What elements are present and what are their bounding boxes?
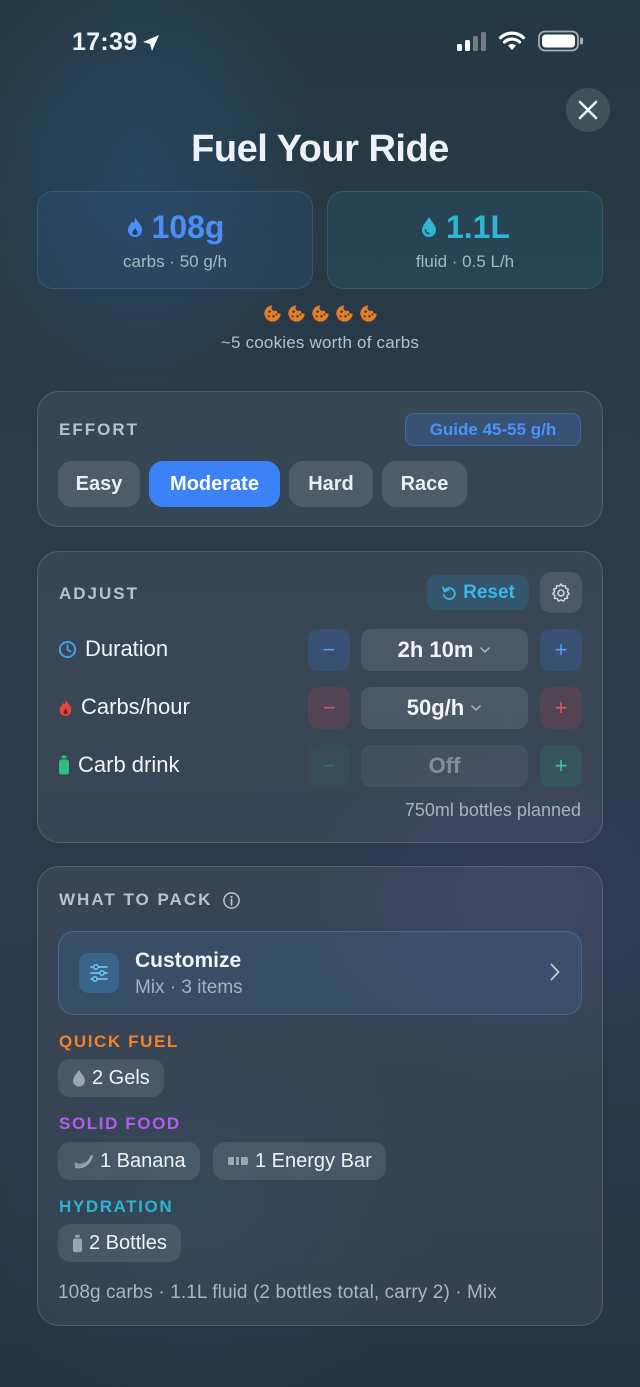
duration-row-label: Duration bbox=[58, 636, 168, 662]
cookie-icon bbox=[287, 305, 305, 322]
chevron-right-icon bbox=[550, 963, 560, 981]
chevron-down-icon bbox=[480, 646, 491, 654]
fluid-rate: fluid · 0.5 L/h bbox=[415, 251, 515, 271]
pack-summary: 108g carbs · 1.1L fluid (2 bottles total… bbox=[58, 1282, 497, 1303]
cookie-icon bbox=[263, 305, 281, 322]
guide-badge: Guide 45-55 g/h bbox=[405, 413, 581, 446]
wifi-icon bbox=[498, 31, 526, 50]
carbs-decrease-button[interactable]: − bbox=[308, 687, 350, 729]
status-time: 17:39 bbox=[72, 28, 161, 57]
banana-icon bbox=[74, 1155, 93, 1169]
carbs-rate: carbs · 50 g/h bbox=[123, 251, 227, 271]
water-drop-icon bbox=[421, 217, 436, 237]
pack-label: WHAT TO PACK bbox=[59, 890, 241, 910]
effort-option-race[interactable]: Race bbox=[382, 461, 467, 507]
carbs-hour-row-label: Carbs/hour bbox=[58, 694, 190, 720]
sliders-icon bbox=[79, 953, 119, 993]
status-icons bbox=[457, 30, 584, 52]
energy-bar-chip: 1 Energy Bar bbox=[213, 1142, 386, 1180]
carb-drink-value[interactable]: Off bbox=[361, 745, 528, 787]
effort-label: EFFORT bbox=[59, 420, 139, 439]
reset-label: Reset bbox=[463, 581, 515, 603]
chevron-down-icon bbox=[471, 704, 482, 712]
page-title: Fuel Your Ride bbox=[191, 128, 449, 170]
settings-button[interactable] bbox=[540, 572, 582, 613]
flame-icon bbox=[59, 698, 72, 716]
fluid-total: 1.1L bbox=[445, 208, 511, 245]
customize-button[interactable]: Customize Mix · 3 items bbox=[58, 931, 582, 1015]
customize-subtitle: Mix · 3 items bbox=[135, 977, 243, 998]
effort-option-moderate[interactable]: Moderate bbox=[149, 461, 280, 507]
solid-food-label: SOLID FOOD bbox=[59, 1114, 181, 1133]
duration-increase-button[interactable]: + bbox=[540, 629, 582, 671]
reset-icon bbox=[442, 586, 456, 600]
flame-icon bbox=[127, 217, 142, 237]
carb-drink-row-label: Carb drink bbox=[58, 752, 179, 778]
bottles-chip: 2 Bottles bbox=[58, 1224, 181, 1262]
effort-option-easy[interactable]: Easy bbox=[58, 461, 140, 507]
banana-chip: 1 Banana bbox=[58, 1142, 200, 1180]
info-icon[interactable] bbox=[222, 891, 241, 910]
carb-drink-increase-button[interactable]: + bbox=[540, 745, 582, 787]
effort-option-hard[interactable]: Hard bbox=[289, 461, 373, 507]
cookie-icon bbox=[335, 305, 353, 322]
quick-fuel-label: QUICK FUEL bbox=[59, 1032, 179, 1051]
carb-drink-decrease-button[interactable]: − bbox=[308, 745, 350, 787]
cellular-signal-icon bbox=[457, 31, 486, 51]
bottle-icon bbox=[72, 1234, 83, 1252]
adjust-label: ADJUST bbox=[59, 584, 140, 603]
gear-icon bbox=[552, 582, 570, 602]
hydration-label: HYDRATION bbox=[59, 1197, 174, 1216]
gel-drop-icon bbox=[73, 1070, 85, 1087]
clock-icon bbox=[58, 640, 77, 658]
duration-select[interactable]: 2h 10m bbox=[361, 629, 528, 671]
cookie-icons bbox=[0, 304, 640, 323]
location-arrow-icon bbox=[143, 34, 160, 51]
carbs-increase-button[interactable]: + bbox=[540, 687, 582, 729]
close-button[interactable] bbox=[566, 88, 610, 132]
duration-decrease-button[interactable]: − bbox=[308, 629, 350, 671]
bottle-icon bbox=[59, 755, 69, 775]
fluid-stat-card: 1.1L fluid · 0.5 L/h bbox=[327, 191, 603, 289]
customize-title: Customize bbox=[135, 949, 242, 972]
gels-chip: 2 Gels bbox=[58, 1059, 164, 1097]
cookie-icon bbox=[359, 305, 377, 322]
bottles-note: 750ml bottles planned bbox=[404, 800, 581, 820]
carbs-stat-card: 108g carbs · 50 g/h bbox=[37, 191, 313, 289]
cookie-icon bbox=[311, 305, 329, 322]
reset-button[interactable]: Reset bbox=[427, 575, 529, 610]
carbs-hour-select[interactable]: 50g/h bbox=[361, 687, 528, 729]
close-icon bbox=[578, 100, 598, 120]
cookie-note: ~5 cookies worth of carbs bbox=[220, 333, 420, 352]
energy-bar-icon bbox=[228, 1157, 248, 1165]
battery-icon bbox=[538, 30, 583, 52]
carbs-total: 108g bbox=[151, 208, 225, 245]
